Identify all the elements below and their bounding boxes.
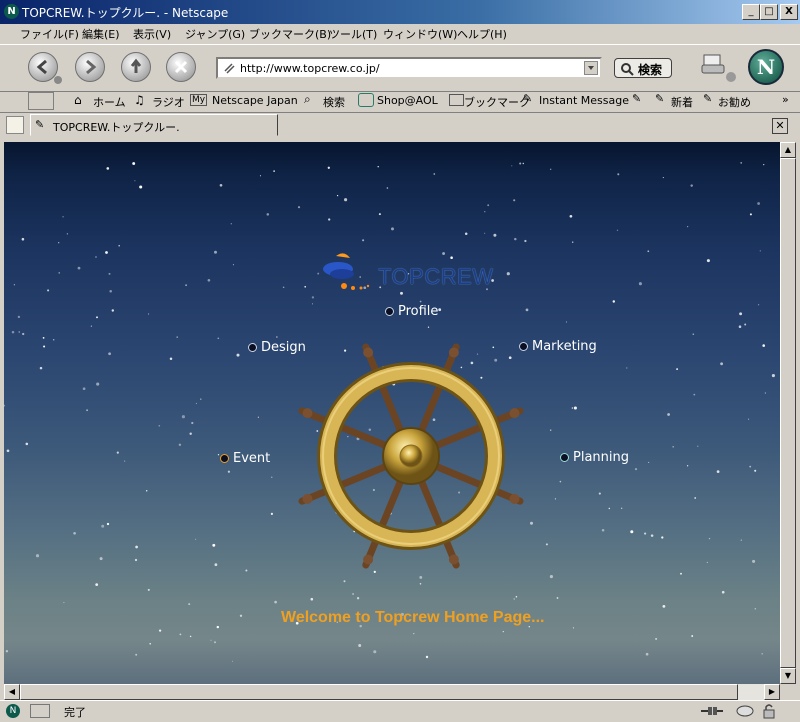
toolbar-netscape-japan[interactable]: Netscape Japan: [212, 94, 298, 107]
folder-icon: [449, 94, 464, 106]
vertical-scroll-thumb[interactable]: [780, 158, 796, 668]
link-icon: ✎: [35, 118, 45, 131]
lock-icon[interactable]: [762, 703, 776, 719]
close-window-button[interactable]: X: [780, 4, 798, 20]
nav-link-planning-label: Planning: [573, 450, 629, 465]
menu-file[interactable]: ファイル(F): [20, 26, 79, 42]
url-input[interactable]: http://www.topcrew.co.jp/: [240, 62, 380, 75]
forward-button[interactable]: [75, 52, 105, 82]
window-title-bar: N TOPCREW.トップクルー. - Netscape _ □ X: [0, 0, 800, 24]
nav-link-design[interactable]: Design: [248, 340, 306, 355]
bullet-icon: [519, 342, 528, 351]
menu-tools[interactable]: ツール(T): [329, 26, 377, 42]
back-history-dropdown-icon[interactable]: [54, 76, 62, 84]
scroll-right-button[interactable]: ▶: [764, 684, 780, 700]
minimize-button[interactable]: _: [742, 4, 760, 20]
menu-bar: ファイル(F) 編集(E) 表示(V) ジャンプ(G) ブックマーク(B) ツー…: [0, 24, 800, 44]
toolbar-new[interactable]: 新着: [671, 94, 693, 110]
toolbar-instant-message[interactable]: Instant Message: [539, 94, 629, 107]
bullet-icon: [248, 343, 257, 352]
nav-link-marketing-label: Marketing: [532, 339, 597, 354]
toolbar-bookmarks[interactable]: ブックマーク: [464, 94, 530, 110]
link-icon-2[interactable]: ✎: [632, 92, 641, 105]
netscape-status-icon[interactable]: N: [6, 704, 20, 718]
back-arrow-icon: [36, 59, 47, 75]
nav-link-profile-label: Profile: [398, 304, 439, 319]
bullet-icon: [220, 454, 229, 463]
print-dropdown-icon[interactable]: [726, 72, 736, 82]
logo-text: TOPCREW: [378, 264, 494, 289]
close-tab-button[interactable]: ✕: [772, 118, 788, 134]
stop-button[interactable]: [166, 52, 196, 82]
horizontal-scrollbar[interactable]: ◀ ▶: [4, 684, 780, 700]
horizontal-scroll-thumb[interactable]: [20, 684, 738, 700]
link-icon: ✎: [523, 92, 533, 105]
sidebar-toggle-icon[interactable]: [28, 92, 54, 110]
url-bar[interactable]: http://www.topcrew.co.jp/: [216, 57, 602, 79]
cookie-icon[interactable]: [736, 704, 754, 718]
welcome-text: Welcome to Topcrew Home Page...: [281, 609, 545, 626]
magnifier-icon: [621, 63, 634, 76]
search-button[interactable]: 検索: [614, 58, 672, 78]
nav-link-event-label: Event: [233, 451, 271, 466]
headphones-icon: ♫: [134, 93, 145, 107]
nav-link-marketing[interactable]: Marketing: [519, 339, 597, 354]
bullet-icon: [560, 453, 569, 462]
nav-link-design-label: Design: [261, 340, 306, 355]
page-content: TOPCREW Profile Design Marketing Event P…: [4, 142, 780, 684]
home-icon: ⌂: [74, 93, 82, 107]
page-proxy-icon[interactable]: [222, 61, 236, 75]
toolbar-overflow-chevron[interactable]: »: [782, 93, 789, 106]
nav-link-planning[interactable]: Planning: [560, 450, 629, 465]
search-icon: ⌕: [304, 92, 311, 106]
ship-wheel-image[interactable]: [286, 334, 536, 579]
window-title: TOPCREW.トップクルー. - Netscape: [22, 6, 229, 20]
menu-help[interactable]: ヘルプ(H): [457, 26, 507, 42]
nav-link-event[interactable]: Event: [220, 451, 270, 466]
toolbar-home[interactable]: ホーム: [93, 94, 126, 110]
scroll-up-button[interactable]: ▲: [780, 142, 796, 158]
menu-go[interactable]: ジャンプ(G): [185, 26, 245, 42]
topcrew-logo[interactable]: TOPCREW: [314, 250, 514, 310]
menu-window[interactable]: ウィンドウ(W): [383, 26, 457, 42]
bullet-icon: [385, 307, 394, 316]
menu-bookmarks[interactable]: ブックマーク(B): [249, 26, 331, 42]
toolbar-radio[interactable]: ラジオ: [152, 94, 185, 110]
link-icon-3: ✎: [655, 92, 665, 105]
toolbar-recommend[interactable]: お勧め: [718, 94, 751, 110]
stop-icon: [174, 60, 188, 74]
url-dropdown-button[interactable]: [584, 61, 598, 75]
new-tab-icon[interactable]: [6, 116, 24, 134]
forward-arrow-icon: [86, 59, 97, 75]
scroll-corner: [780, 684, 796, 700]
online-status-icon[interactable]: [30, 704, 50, 718]
link-icon-4: ✎: [703, 92, 713, 105]
toolbar-search[interactable]: 検索: [323, 94, 345, 110]
chevron-down-icon: [588, 66, 594, 70]
shop-aol-icon: [358, 93, 374, 107]
netscape-throbber-icon[interactable]: N: [748, 49, 784, 85]
toolbar-shop-aol[interactable]: Shop@AOL: [377, 94, 438, 107]
status-text: 完了: [64, 706, 86, 719]
print-icon[interactable]: [700, 52, 728, 78]
nav-link-profile[interactable]: Profile: [385, 304, 438, 319]
reload-icon: [130, 58, 142, 73]
netscape-app-icon[interactable]: N: [4, 4, 19, 19]
my-netscape-icon: My: [190, 94, 208, 106]
menu-edit[interactable]: 編集(E): [82, 26, 120, 42]
reload-button[interactable]: [121, 52, 151, 82]
search-button-label: 検索: [638, 63, 663, 77]
scroll-left-button[interactable]: ◀: [4, 684, 20, 700]
maximize-button[interactable]: □: [760, 4, 778, 20]
vertical-scrollbar[interactable]: ▲ ▼: [780, 142, 796, 684]
status-bar: N 完了: [0, 700, 800, 721]
scroll-down-button[interactable]: ▼: [780, 668, 796, 684]
tab-label: TOPCREW.トップクルー.: [53, 121, 180, 134]
menu-view[interactable]: 表示(V): [133, 26, 171, 42]
connection-plug-icon[interactable]: [700, 704, 724, 718]
tab-topcrew[interactable]: ✎ TOPCREW.トップクルー.: [30, 114, 278, 136]
